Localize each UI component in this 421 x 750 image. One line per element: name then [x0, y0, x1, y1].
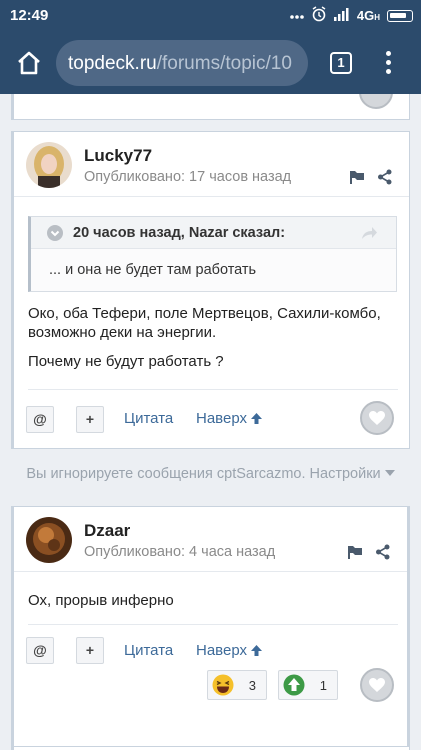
heart-icon [369, 411, 385, 425]
post-body-paragraph: Око, оба Тефери, поле Мертвецов, Сахили-… [28, 305, 381, 341]
divider [14, 196, 409, 197]
post-header: Lucky77 Опубликовано: 17 часов назад [14, 132, 409, 196]
quote-citation: 20 часов назад, Nazar сказал: [73, 225, 286, 241]
forum-post: Lucky77 Опубликовано: 17 часов назад 20 … [11, 131, 410, 449]
post-body-paragraph: Ох, прорыв инферно [28, 592, 174, 609]
avatar[interactable] [26, 142, 72, 188]
caret-down-icon [384, 470, 395, 476]
divider [28, 389, 398, 390]
network-type: 4GH [356, 8, 380, 23]
upvote-icon [283, 674, 305, 696]
arrow-up-icon [250, 412, 263, 429]
back-to-top-label: Наверх [196, 410, 247, 427]
arrow-up-icon [250, 644, 263, 661]
avatar[interactable] [26, 517, 72, 563]
report-flag-icon[interactable] [349, 170, 365, 184]
share-icon[interactable] [375, 544, 391, 560]
browser-toolbar: topdeck.ru/forums/topic/10 1 [0, 31, 421, 94]
reaction-laugh[interactable]: 3 [207, 670, 267, 700]
post-date: Опубликовано: 17 часов назад [84, 169, 292, 185]
like-button[interactable] [359, 94, 393, 109]
quote-link-icon[interactable] [360, 225, 378, 241]
url-path: /forums/topic/10 [156, 53, 292, 74]
status-bar: 12:49 4GH [0, 0, 421, 31]
divider [28, 624, 398, 625]
url-host: topdeck.ru [68, 53, 157, 74]
quote-text: ... и она не будет там работать [49, 262, 257, 278]
post-header: Dzaar Опубликовано: 4 часа назад [14, 507, 407, 571]
post-body-paragraph: Почему не будут работать ? [28, 353, 224, 370]
tab-switcher-button[interactable]: 1 [330, 52, 352, 74]
next-post-remnant [11, 746, 410, 750]
back-to-top-link[interactable]: Наверх [196, 642, 263, 661]
quote-link[interactable]: Цитата [124, 642, 173, 659]
ignored-user-notice[interactable]: Вы игнорируете сообщения cptSarcazmo. На… [0, 466, 421, 482]
heart-icon [369, 678, 385, 692]
alarm-icon [311, 6, 327, 25]
quote-header: 20 часов назад, Nazar сказал: [31, 217, 396, 249]
share-icon[interactable] [377, 169, 393, 185]
mention-button[interactable]: @ [26, 637, 54, 664]
previous-post-remnant [11, 94, 410, 120]
reaction-count: 3 [248, 678, 256, 693]
like-button[interactable] [360, 668, 394, 702]
address-bar[interactable]: topdeck.ru/forums/topic/10 [56, 40, 308, 86]
battery-icon [387, 9, 413, 22]
multiquote-button[interactable]: + [76, 406, 104, 433]
post-author[interactable]: Lucky77 [84, 146, 152, 166]
home-icon[interactable] [14, 48, 44, 78]
dots-icon [290, 8, 304, 23]
post-date: Опубликовано: 4 часа назад [84, 544, 276, 560]
reaction-count: 1 [319, 678, 327, 693]
laughing-emoji-icon [212, 674, 234, 696]
like-button[interactable] [360, 401, 394, 435]
ignored-notice-text: Вы игнорируете сообщения cptSarcazmo. На… [26, 466, 381, 482]
chevron-down-icon[interactable] [47, 225, 63, 241]
divider [14, 571, 407, 572]
status-time: 12:49 [10, 7, 49, 24]
quote-block: 20 часов назад, Nazar сказал: ... и она … [28, 216, 397, 292]
reaction-upvote[interactable]: 1 [278, 670, 338, 700]
page-content: Lucky77 Опубликовано: 17 часов назад 20 … [0, 94, 421, 750]
quote-link[interactable]: Цитата [124, 410, 173, 427]
forum-post: Dzaar Опубликовано: 4 часа назад Ох, про… [11, 506, 410, 750]
mention-button[interactable]: @ [26, 406, 54, 433]
status-icons: 4GH [290, 6, 413, 25]
back-to-top-label: Наверх [196, 642, 247, 659]
signal-icon [333, 7, 350, 24]
post-author[interactable]: Dzaar [84, 521, 130, 541]
multiquote-button[interactable]: + [76, 637, 104, 664]
back-to-top-link[interactable]: Наверх [196, 410, 263, 429]
report-flag-icon[interactable] [347, 545, 363, 559]
overflow-menu-icon[interactable] [383, 51, 393, 77]
